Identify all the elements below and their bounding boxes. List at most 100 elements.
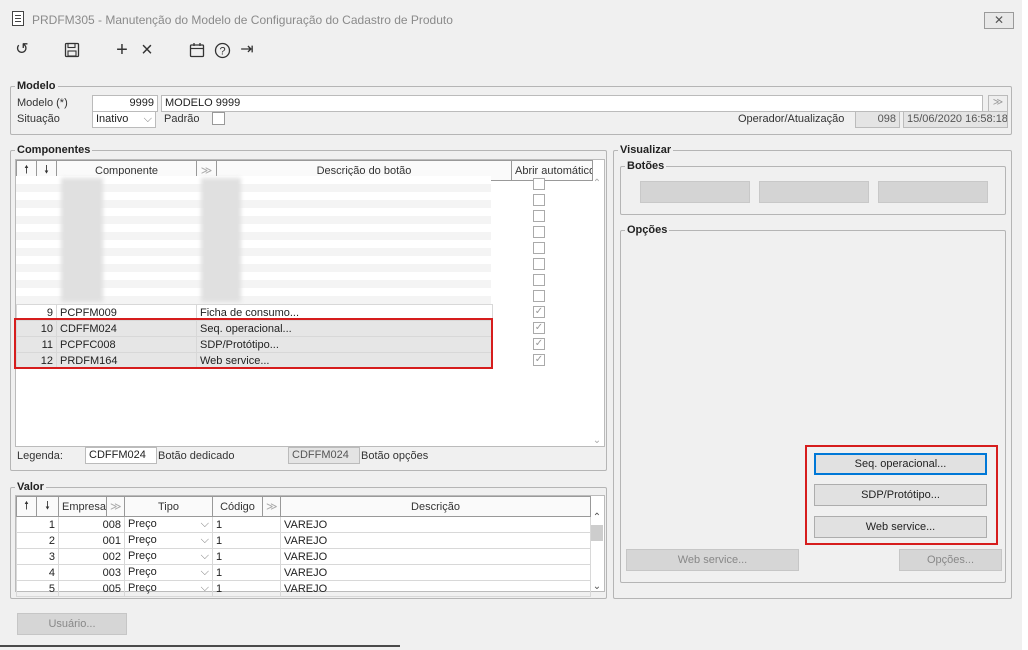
- document-icon: [12, 11, 24, 26]
- legenda-dedicado-field[interactable]: CDFFM024: [85, 447, 157, 464]
- row-tipo[interactable]: Preço ⌵: [124, 548, 213, 565]
- valor-scrollbar[interactable]: ⌃ ⌄: [590, 512, 604, 592]
- table-row[interactable]: 4 003 Preço ⌵ 1 VAREJO: [16, 564, 591, 581]
- sdp-prototipo-button[interactable]: SDP/Protótipo...: [814, 484, 987, 506]
- web-service-button[interactable]: Web service...: [814, 516, 987, 538]
- table-row[interactable]: 1 008 Preço ⌵ 1 VAREJO: [16, 516, 591, 533]
- table-row[interactable]: 3 002 Preço ⌵ 1 VAREJO: [16, 548, 591, 565]
- blurred-rows: [16, 176, 491, 304]
- abrir-checkbox[interactable]: [533, 194, 545, 206]
- col-abrir-automatico[interactable]: Abrir automático: [511, 160, 593, 181]
- seq-operacional-button[interactable]: Seq. operacional...: [814, 453, 987, 475]
- help-icon[interactable]: ?: [212, 40, 232, 60]
- abrir-checkbox[interactable]: [533, 210, 545, 222]
- abrir-checkbox-column: [533, 178, 547, 304]
- row-number: 3: [16, 548, 59, 565]
- check-icon[interactable]: ✓: [533, 322, 545, 334]
- row-empresa[interactable]: 005: [58, 580, 125, 597]
- row-descricao: VAREJO: [280, 548, 591, 565]
- check-icon[interactable]: ✓: [533, 338, 545, 350]
- operador-field: 098: [855, 111, 900, 128]
- check-icon[interactable]: ✓: [533, 306, 545, 318]
- lookup-icon[interactable]: ≫: [988, 95, 1008, 112]
- col-codigo[interactable]: Código: [212, 496, 263, 517]
- row-codigo[interactable]: 1: [212, 516, 281, 533]
- usuario-button[interactable]: Usuário...: [17, 613, 127, 635]
- calendar-icon[interactable]: [187, 40, 207, 60]
- row-tipo[interactable]: Preço ⌵: [124, 516, 213, 533]
- lookup-icon[interactable]: ≫: [106, 496, 125, 517]
- close-button[interactable]: ✕: [984, 12, 1014, 29]
- delete-icon[interactable]: ×: [137, 40, 157, 60]
- abrir-checkbox[interactable]: [533, 274, 545, 286]
- row-codigo[interactable]: 1: [212, 532, 281, 549]
- modelo-legend: Modelo: [17, 80, 56, 92]
- row-tipo-value: Preço: [128, 534, 157, 546]
- botao-slot-2[interactable]: [759, 181, 869, 203]
- scroll-down-icon[interactable]: ⌄: [590, 581, 604, 592]
- visualizar-legend: Visualizar: [620, 144, 672, 156]
- undo-icon[interactable]: ↺: [12, 40, 32, 60]
- row-codigo[interactable]: 1: [212, 564, 281, 581]
- sort-up-icon[interactable]: 🠕: [16, 496, 37, 517]
- chevron-down-icon: ⌵: [200, 550, 209, 562]
- window-edge: [0, 645, 400, 647]
- web-service-bottom-button[interactable]: Web service...: [626, 549, 799, 571]
- lookup-icon[interactable]: ≫: [262, 496, 281, 517]
- scroll-up-icon[interactable]: ⌃: [591, 178, 603, 189]
- col-tipo[interactable]: Tipo: [124, 496, 213, 517]
- padrao-label: Padrão: [164, 113, 200, 125]
- padrao-checkbox[interactable]: [212, 112, 225, 125]
- add-icon[interactable]: +: [112, 40, 132, 60]
- exit-icon[interactable]: ⇥: [237, 40, 257, 60]
- table-row[interactable]: 5 005 Preço ⌵ 1 VAREJO: [16, 580, 591, 597]
- table-row[interactable]: 2 001 Preço ⌵ 1 VAREJO: [16, 532, 591, 549]
- row-tipo[interactable]: Preço ⌵: [124, 580, 213, 597]
- row-empresa[interactable]: 003: [58, 564, 125, 581]
- row-tipo-value: Preço: [128, 550, 157, 562]
- row-descricao: VAREJO: [280, 564, 591, 581]
- scroll-thumb[interactable]: [591, 525, 603, 541]
- abrir-checkbox[interactable]: [533, 178, 545, 190]
- abrir-checkbox[interactable]: [533, 258, 545, 270]
- row-tipo-value: Preço: [128, 518, 157, 530]
- botoes-legend: Botões: [627, 160, 665, 172]
- abrir-checkbox[interactable]: [533, 226, 545, 238]
- legenda-label: Legenda:: [17, 450, 63, 462]
- highlight-box: [14, 318, 493, 369]
- abrir-checkbox[interactable]: [533, 290, 545, 302]
- row-descricao: VAREJO: [280, 516, 591, 533]
- sort-down-icon[interactable]: 🠗: [36, 496, 59, 517]
- row-descricao: VAREJO: [280, 532, 591, 549]
- row-tipo[interactable]: Preço ⌵: [124, 564, 213, 581]
- opcoes-legend: Opções: [627, 224, 668, 236]
- componentes-scrollbar[interactable]: ⌃ ⌄: [591, 178, 603, 446]
- row-empresa[interactable]: 001: [58, 532, 125, 549]
- row-empresa[interactable]: 008: [58, 516, 125, 533]
- row-codigo[interactable]: 1: [212, 580, 281, 597]
- situacao-label: Situação: [17, 113, 60, 125]
- opcoes-button[interactable]: Opções...: [899, 549, 1002, 571]
- botao-slot-3[interactable]: [878, 181, 988, 203]
- modelo-name-input[interactable]: MODELO 9999: [161, 95, 983, 112]
- row-tipo-value: Preço: [128, 566, 157, 578]
- botao-slot-1[interactable]: [640, 181, 750, 203]
- col-empresa[interactable]: Empresa: [58, 496, 107, 517]
- check-icon[interactable]: ✓: [533, 354, 545, 366]
- scroll-up-icon[interactable]: ⌃: [590, 512, 604, 523]
- chevron-down-icon: ⌵: [200, 582, 209, 594]
- legenda-opcoes-field: CDFFM024: [288, 447, 360, 464]
- window-title: PRDFM305 - Manutenção do Modelo de Confi…: [32, 13, 453, 27]
- row-tipo[interactable]: Preço ⌵: [124, 532, 213, 549]
- componentes-legend: Componentes: [17, 144, 91, 156]
- col-descricao[interactable]: Descrição: [280, 496, 591, 517]
- situacao-select[interactable]: Inativo ⌵: [92, 111, 156, 128]
- abrir-checkbox[interactable]: [533, 242, 545, 254]
- scroll-down-icon[interactable]: ⌄: [591, 435, 603, 446]
- modelo-code-input[interactable]: 9999: [92, 95, 158, 112]
- chevron-down-icon: ⌵: [200, 518, 209, 530]
- row-empresa[interactable]: 002: [58, 548, 125, 565]
- row-codigo[interactable]: 1: [212, 548, 281, 565]
- save-icon[interactable]: [62, 40, 82, 60]
- atualizacao-field: 15/06/2020 16:58:18: [903, 111, 1008, 128]
